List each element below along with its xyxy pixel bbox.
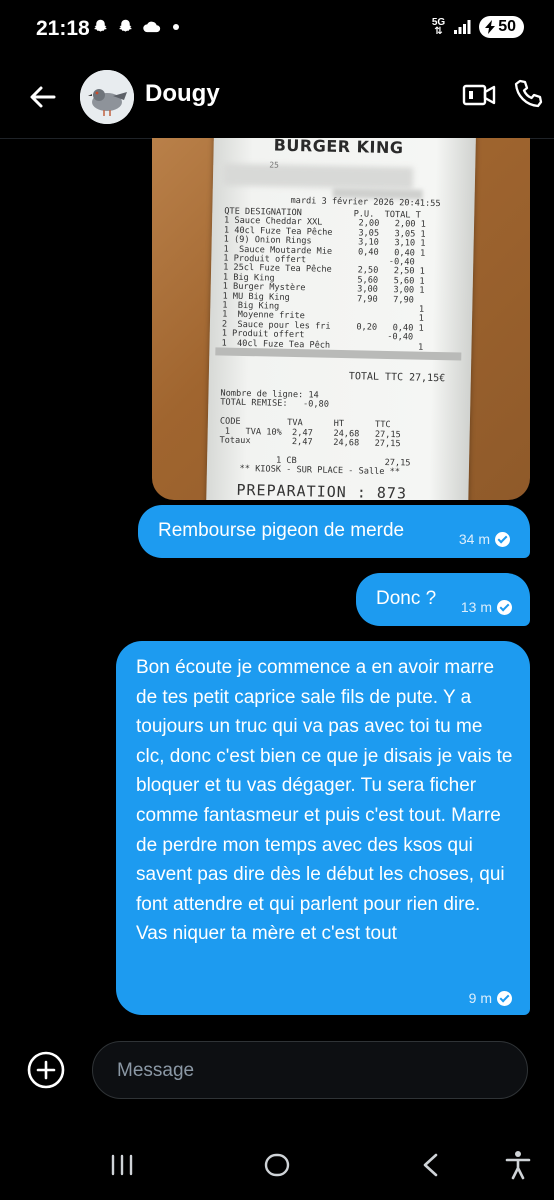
receipt-total: TOTAL TTC 27,15€: [348, 371, 446, 385]
message-bubble[interactable]: Donc ? 13 m: [356, 573, 530, 626]
message-composer: Message: [0, 1030, 554, 1120]
5g-data-icon: 5G ⇅: [431, 17, 446, 37]
contact-name[interactable]: Dougy: [145, 80, 220, 108]
back-icon[interactable]: [420, 1152, 442, 1178]
pigeon-avatar-image: [80, 70, 134, 124]
bolt-icon: [485, 20, 496, 34]
snapchat-icon: [119, 19, 132, 32]
home-icon[interactable]: [264, 1152, 290, 1178]
signal-icon: [454, 20, 471, 34]
receipt-image-message[interactable]: BURGER KING 25 mardi 3 février 2026 20:4…: [152, 138, 530, 500]
message-bubble[interactable]: Bon écoute je commence a en avoir marre …: [116, 641, 530, 1015]
system-nav-bar: [0, 1130, 554, 1200]
receipt-brand: BURGER KING: [273, 138, 404, 158]
message-text: Rembourse pigeon de merde: [158, 520, 405, 541]
battery-icon: 50: [479, 16, 524, 38]
cloud-icon: [143, 21, 161, 32]
message-meta: 34 m: [459, 524, 510, 554]
message-time: 9 m: [468, 990, 492, 1006]
network-label: 5G: [431, 17, 446, 28]
message-time: 13 m: [460, 599, 492, 615]
read-check-icon: [497, 599, 512, 615]
receipt-summary: Nombre de ligne: 14 TOTAL REMISE: -0,80 …: [218, 388, 411, 478]
phone-call-icon[interactable]: [512, 78, 544, 110]
status-bar: 21:18 5G ⇅ 50: [0, 0, 554, 56]
accessibility-icon[interactable]: [504, 1150, 532, 1180]
receipt-paper: BURGER KING 25 mardi 3 février 2026 20:4…: [206, 138, 476, 500]
dot-icon: [173, 23, 179, 30]
receipt-items: QTE DESIGNATION P.U. TOTAL T 1 Sauce Che…: [221, 206, 426, 353]
snapchat-icon: [94, 19, 107, 32]
notification-icons: [92, 18, 183, 35]
video-call-icon[interactable]: [462, 80, 496, 110]
chat-header: Dougy: [0, 56, 554, 139]
receipt-store-number: 25: [269, 160, 280, 170]
message-meta: 9 m: [469, 983, 512, 1013]
message-meta: 13 m: [461, 592, 512, 622]
message-text: Bon écoute je commence a en avoir marre …: [136, 657, 513, 945]
message-text: Donc ?: [376, 588, 437, 609]
message-bubble[interactable]: Rembourse pigeon de merde 34 m: [138, 505, 530, 558]
blurred-area: [222, 163, 414, 190]
battery-level: 50: [498, 18, 516, 35]
read-check-icon: [495, 531, 510, 547]
avatar[interactable]: [80, 70, 134, 124]
receipt-preparation: PREPARATION : 873: [236, 480, 408, 500]
read-check-icon: [497, 990, 512, 1006]
message-input[interactable]: Message: [92, 1041, 528, 1099]
message-input-placeholder: Message: [117, 1060, 195, 1081]
back-arrow-icon[interactable]: [26, 80, 60, 114]
status-time: 21:18: [36, 17, 90, 40]
add-circle-icon[interactable]: [26, 1050, 66, 1090]
message-time: 34 m: [458, 531, 490, 547]
recent-apps-icon[interactable]: [110, 1154, 134, 1176]
receipt-divider: [215, 347, 462, 361]
